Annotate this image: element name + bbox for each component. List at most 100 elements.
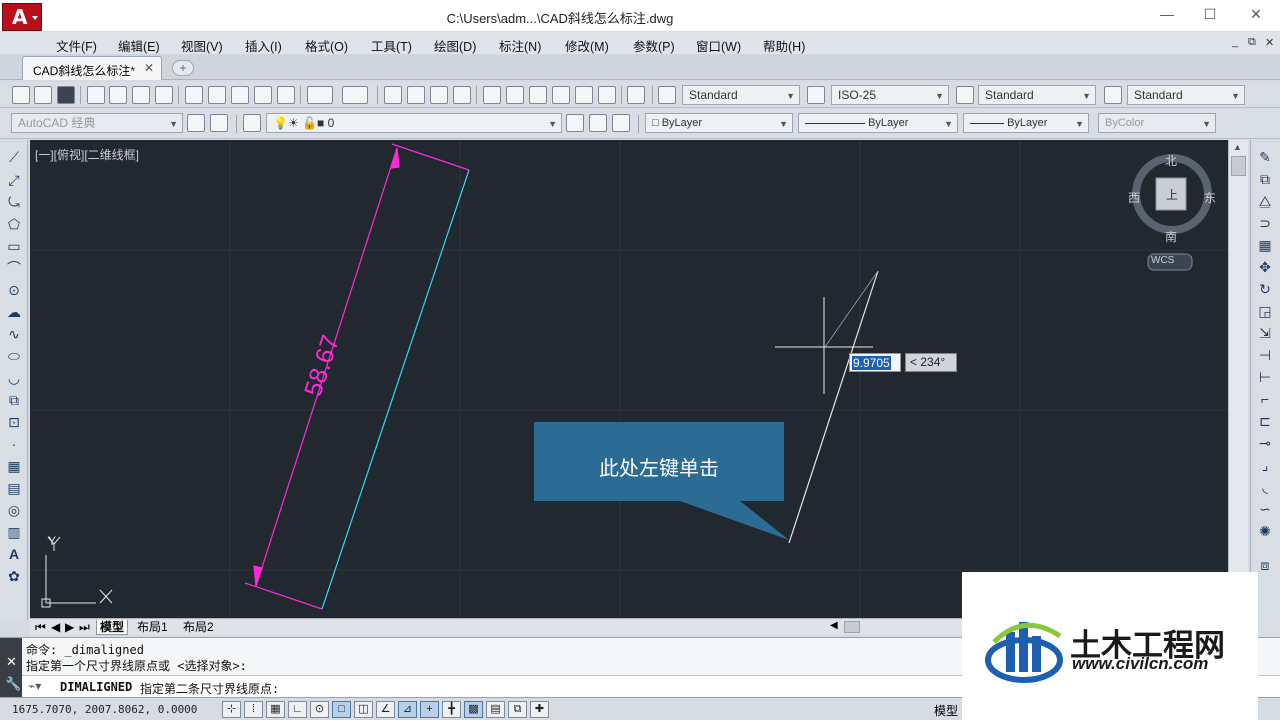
ducs-toggle[interactable]: ⊿ (398, 701, 417, 718)
osnap-toggle[interactable]: □ (332, 701, 351, 718)
block-editor-icon[interactable] (277, 86, 295, 104)
next-tab-icon[interactable]: ▶ (62, 620, 77, 635)
multiline-text-icon[interactable]: A (5, 545, 23, 563)
lineweight-select[interactable]: ByLayer ▼ (963, 113, 1089, 133)
properties-icon[interactable] (483, 86, 501, 104)
menu-format[interactable]: 格式(O) (305, 36, 348, 55)
menu-draw[interactable]: 绘图(D) (434, 36, 476, 55)
ellipse-icon[interactable]: ⬭ (5, 347, 23, 365)
doc-close-button[interactable]: ✕ (1265, 36, 1274, 49)
cut-icon[interactable] (185, 86, 203, 104)
break-at-point-icon[interactable]: ⌐ (1256, 390, 1274, 408)
tool-palettes-icon[interactable] (529, 86, 547, 104)
aligned-dimension[interactable] (244, 143, 470, 610)
last-tab-icon[interactable]: ⏭ (76, 620, 93, 635)
coordinates-display[interactable]: 1675.7070, 2007.8062, 0.0000 (12, 703, 197, 716)
point-icon[interactable]: · (5, 435, 23, 453)
lwt-toggle[interactable]: ╋ (442, 701, 461, 718)
3d-dwf-icon[interactable] (155, 86, 173, 104)
new-file-icon[interactable] (12, 86, 30, 104)
wcs-label[interactable]: WCS (1151, 255, 1174, 266)
publish-icon[interactable] (132, 86, 150, 104)
doc-restore-button[interactable]: ⧉ (1248, 36, 1256, 49)
document-tab[interactable]: CAD斜线怎么标注* ✕ (22, 56, 162, 80)
revision-cloud-icon[interactable]: ☁ (5, 303, 23, 321)
viewcube-south-label[interactable]: 南 (1165, 228, 1177, 245)
prev-tab-icon[interactable]: ◀ (48, 620, 63, 635)
color-select[interactable]: □ ByLayer ▼ (645, 113, 793, 133)
vertical-scrollbar[interactable]: ▲ (1228, 140, 1248, 618)
tab-model[interactable]: 模型 (96, 620, 129, 635)
rectangle-icon[interactable]: ▭ (5, 237, 23, 255)
redo-icon[interactable] (342, 86, 368, 104)
mirror-icon[interactable]: ⧋ (1256, 192, 1274, 210)
menu-parametric[interactable]: 参数(P) (633, 36, 675, 55)
zoom-window-icon[interactable] (430, 86, 448, 104)
make-block-icon[interactable]: ⊡ (5, 413, 23, 431)
dim-style-icon[interactable] (807, 86, 825, 104)
table-icon[interactable]: ▥ (5, 523, 23, 541)
calculator-icon[interactable] (598, 86, 616, 104)
menu-tools[interactable]: 工具(T) (371, 36, 412, 55)
workspace-select[interactable]: AutoCAD 经典 ▼ (11, 113, 183, 133)
draw-order-icon[interactable]: ⧈ (1256, 556, 1274, 574)
add-selected-icon[interactable]: ✿ (5, 567, 23, 585)
workspace-settings-icon[interactable] (187, 114, 205, 132)
move-icon[interactable]: ✥ (1256, 258, 1274, 276)
plotstyle-select[interactable]: ByColor ▼ (1098, 113, 1216, 133)
menu-window[interactable]: 窗口(W) (696, 36, 741, 55)
design-center-icon[interactable] (506, 86, 524, 104)
fillet-icon[interactable]: ◟ (1256, 478, 1274, 496)
layer-properties-icon[interactable] (243, 114, 261, 132)
mleader-style-icon[interactable] (1104, 86, 1122, 104)
pan-icon[interactable] (384, 86, 402, 104)
model-space-button[interactable]: 模型 (934, 702, 958, 719)
blend-curves-icon[interactable]: ∽ (1256, 500, 1274, 518)
maximize-button[interactable]: ☐ (1200, 6, 1220, 24)
doc-minimize-button[interactable]: _ (1232, 36, 1238, 48)
command-recent-icon[interactable]: ⌁▾ (28, 679, 41, 693)
copy-icon[interactable] (208, 86, 226, 104)
explode-icon[interactable]: ✺ (1256, 522, 1274, 540)
polygon-icon[interactable]: ⬠ (5, 215, 23, 233)
dynamic-input-length[interactable]: 9.9705 (849, 353, 901, 372)
selected-line[interactable] (321, 169, 470, 610)
infer-constraints-toggle[interactable]: ⊹ (222, 701, 241, 718)
construction-line-icon[interactable]: ⤢ (5, 171, 23, 189)
viewcube-north-label[interactable]: 北 (1165, 152, 1177, 169)
viewcube-west-label[interactable]: 西 (1128, 189, 1140, 206)
annotation-monitor-toggle[interactable]: ✚ (530, 701, 549, 718)
wrench-icon[interactable]: 🔧 (5, 676, 21, 692)
selection-cycling-toggle[interactable]: ⧉ (508, 701, 527, 718)
viewport-controls-label[interactable]: [一][俯视][二维线框] (35, 146, 139, 163)
arc-icon[interactable]: ⌒ (5, 259, 23, 277)
menu-modify[interactable]: 修改(M) (565, 36, 609, 55)
minimize-button[interactable]: — (1157, 6, 1177, 24)
otrack-toggle[interactable]: ∠ (376, 701, 395, 718)
snap-toggle[interactable]: ⁞ (244, 701, 263, 718)
close-button[interactable]: ✕ (1246, 6, 1266, 24)
markup-icon[interactable] (575, 86, 593, 104)
region-icon[interactable]: ◎ (5, 501, 23, 519)
table-style-icon[interactable] (956, 86, 974, 104)
3d-osnap-toggle[interactable]: ◫ (354, 701, 373, 718)
close-tab-icon[interactable]: ✕ (144, 61, 154, 75)
new-tab-button[interactable]: + (172, 60, 194, 76)
layer-previous-icon[interactable] (589, 114, 607, 132)
ellipse-arc-icon[interactable]: ◡ (5, 369, 23, 387)
quick-properties-toggle[interactable]: ▤ (486, 701, 505, 718)
drawing-canvas[interactable]: 58.67 [一][俯视][二维线框] 北 南 东 西 上 WCS Y 9.97… (30, 140, 1228, 618)
grid-toggle[interactable]: ▦ (266, 701, 285, 718)
scroll-up-icon[interactable]: ▲ (1233, 142, 1242, 152)
menu-view[interactable]: 视图(V) (181, 36, 223, 55)
rotate-icon[interactable]: ↻ (1256, 280, 1274, 298)
menu-insert[interactable]: 插入(I) (245, 36, 282, 55)
chamfer-icon[interactable]: ⌟ (1256, 456, 1274, 474)
spline-icon[interactable]: ∿ (5, 325, 23, 343)
line-icon[interactable]: ⟋ (5, 148, 23, 166)
dynamic-input-angle[interactable]: < 234° (905, 353, 957, 372)
workspace-customize-icon[interactable] (210, 114, 228, 132)
join-icon[interactable]: ⊸ (1256, 434, 1274, 452)
print-preview-icon[interactable] (109, 86, 127, 104)
erase-icon[interactable]: ✎ (1256, 148, 1274, 166)
